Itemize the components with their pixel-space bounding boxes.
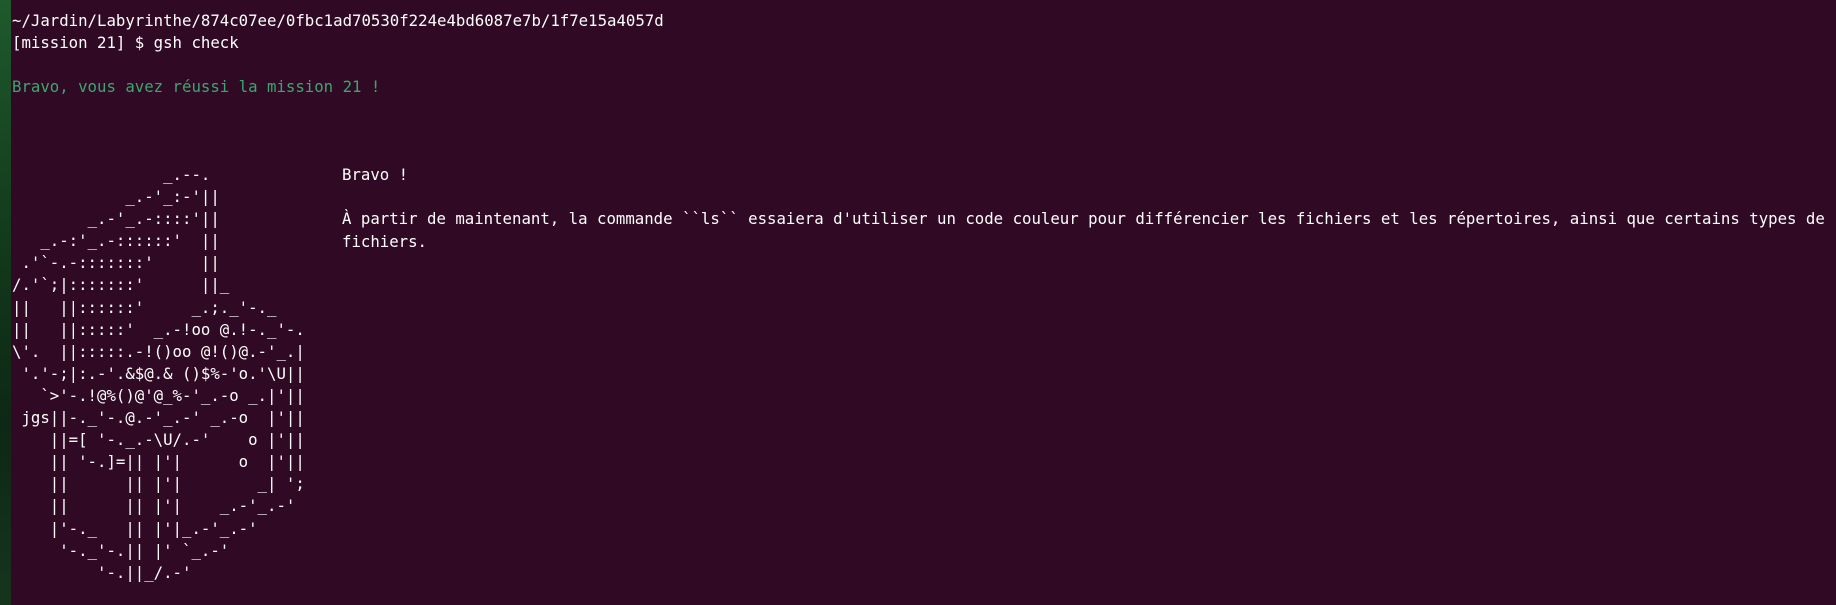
command: gsh check: [153, 33, 239, 52]
command-line: [mission 21] $ gsh check: [12, 32, 239, 54]
terminal-output[interactable]: ~/Jardin/Labyrinthe/874c07ee/0fbc1ad7053…: [12, 0, 1836, 605]
prompt: [mission 21] $: [12, 33, 154, 52]
ascii-art-castle: _.--. _.-'_:-'|| _.-'_.-::::'|| _.-:'_.-…: [12, 165, 305, 582]
message-body: À partir de maintenant, la commande ``ls…: [342, 209, 1825, 251]
message-title: Bravo !: [342, 165, 409, 184]
path-line: ~/Jardin/Labyrinthe/874c07ee/0fbc1ad7053…: [12, 11, 664, 30]
window-left-edge: [0, 0, 11, 605]
success-message: Bravo, vous avez réussi la mission 21 !: [12, 77, 381, 96]
